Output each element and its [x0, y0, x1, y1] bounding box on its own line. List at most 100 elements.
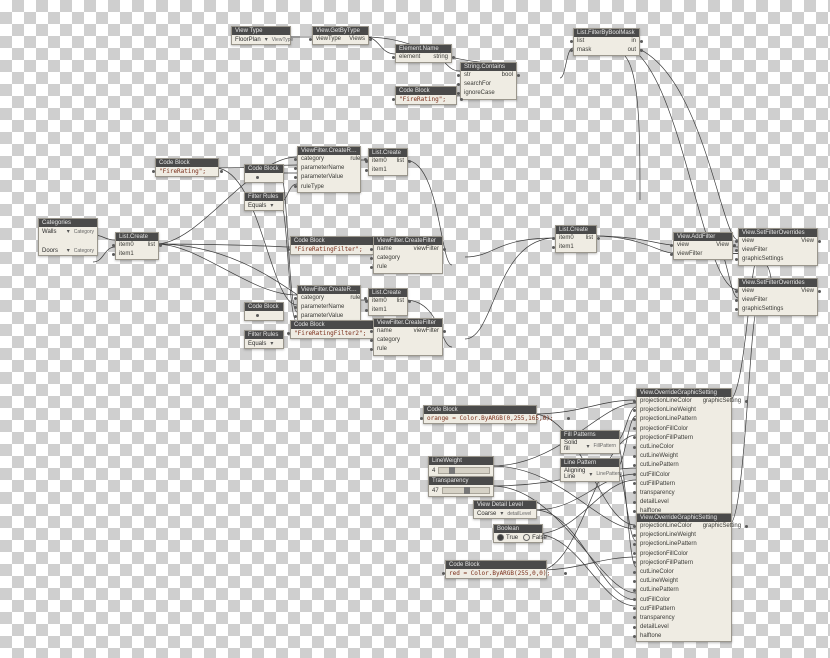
- node-list-create-1[interactable]: List.Create item0 item1 list: [368, 148, 408, 176]
- input-port[interactable]: cutLinePattern: [637, 586, 700, 595]
- input-port[interactable]: ignoreCase: [461, 89, 499, 98]
- input-port[interactable]: parameterValue: [298, 173, 347, 182]
- dropdown-value[interactable]: Equals: [248, 203, 266, 209]
- node-element-name[interactable]: Element.Name element string: [395, 44, 452, 63]
- input-port[interactable]: mask: [574, 46, 625, 55]
- input-port[interactable]: ruleType: [298, 183, 347, 192]
- node-view-detail-level[interactable]: View Detail Level Coarse▾detailLevel: [473, 500, 537, 519]
- input-port[interactable]: name: [374, 327, 411, 336]
- node-viewfilter-createfilter-2[interactable]: ViewFilter.CreateFilter name category ru…: [373, 318, 443, 356]
- input-port[interactable]: graphicSettings: [739, 255, 798, 264]
- input-port[interactable]: projectionLineWeight: [637, 531, 700, 540]
- output-port[interactable]: View: [798, 237, 817, 246]
- code-text[interactable]: red = Color.ByARGB(255,0,0);: [446, 569, 553, 578]
- node-boolean[interactable]: Boolean True False: [493, 524, 543, 543]
- node-view-overridegraphicsetting-1[interactable]: View.OverrideGraphicSetting projectionLi…: [636, 388, 732, 517]
- output-port[interactable]: viewFilter: [411, 327, 442, 336]
- input-port[interactable]: viewType: [313, 35, 346, 44]
- node-line-pattern[interactable]: Line Pattern Aligning Line▾LinePattern: [560, 458, 620, 482]
- input-port[interactable]: halftone: [637, 632, 700, 641]
- output-port[interactable]: [553, 569, 563, 578]
- slider-track[interactable]: [442, 487, 490, 494]
- code-text[interactable]: "FireRating";: [156, 167, 209, 176]
- input-port[interactable]: cutFillPattern: [637, 605, 700, 614]
- output-port[interactable]: [556, 414, 566, 423]
- slider-thumb[interactable]: [464, 487, 470, 494]
- node-view-setfilteroverrides-2[interactable]: View.SetFilterOverrides view viewFilter …: [738, 278, 818, 316]
- output-port[interactable]: View: [798, 287, 817, 296]
- output-port[interactable]: list: [583, 234, 596, 243]
- output-port[interactable]: bool: [499, 71, 516, 80]
- dropdown-value[interactable]: Walls: [42, 229, 63, 235]
- input-port[interactable]: list: [574, 37, 625, 46]
- input-port[interactable]: cutLineColor: [637, 443, 700, 452]
- radio-false[interactable]: False: [523, 534, 547, 541]
- dropdown-value[interactable]: Solid fill: [564, 440, 582, 452]
- input-port[interactable]: category: [374, 254, 411, 263]
- input-port[interactable]: detailLevel: [637, 498, 700, 507]
- input-port[interactable]: transparency: [637, 614, 700, 623]
- input-port[interactable]: transparency: [637, 489, 700, 498]
- input-port[interactable]: cutLineWeight: [637, 577, 700, 586]
- input-port[interactable]: rule: [374, 263, 411, 272]
- slider-track[interactable]: [438, 467, 490, 474]
- input-port[interactable]: item0: [369, 297, 394, 306]
- output-port[interactable]: viewFilter: [411, 245, 442, 254]
- input-port[interactable]: item0: [556, 234, 583, 243]
- code-text[interactable]: "FireRatingFilter2";: [291, 329, 369, 338]
- input-port[interactable]: viewFilter: [739, 296, 798, 305]
- input-port[interactable]: viewFilter: [674, 250, 713, 259]
- input-port[interactable]: cutFillPattern: [637, 480, 700, 489]
- input-port[interactable]: detailLevel: [637, 623, 700, 632]
- input-port[interactable]: projectionLineColor: [637, 522, 700, 531]
- output-port[interactable]: list: [394, 157, 407, 166]
- output-port[interactable]: [449, 95, 459, 104]
- output-port[interactable]: [209, 167, 219, 176]
- output-port[interactable]: [245, 173, 255, 182]
- node-lineweight[interactable]: LineWeight 4: [428, 456, 494, 477]
- node-view-addfilter[interactable]: View.AddFilter view viewFilter View: [673, 232, 733, 260]
- node-list-create-2[interactable]: List.Create item0 item1 list: [368, 288, 408, 316]
- input-port[interactable]: graphicSettings: [739, 305, 798, 314]
- input-port[interactable]: element: [396, 53, 430, 62]
- input-port[interactable]: item1: [369, 306, 394, 315]
- input-port[interactable]: item1: [116, 250, 145, 259]
- input-port[interactable]: parameterName: [298, 303, 347, 312]
- input-port[interactable]: projectionFillColor: [637, 425, 700, 434]
- input-port[interactable]: parameterName: [298, 164, 347, 173]
- input-port[interactable]: projectionFillColor: [637, 550, 700, 559]
- dropdown-value[interactable]: FloorPlan: [235, 37, 261, 43]
- input-port[interactable]: cutLineWeight: [637, 452, 700, 461]
- input-port[interactable]: projectionFillPattern: [637, 559, 700, 568]
- node-code-block-red[interactable]: Code Block red = Color.ByARGB(255,0,0);: [445, 560, 547, 579]
- output-port[interactable]: graphicSetting: [700, 397, 744, 406]
- input-port[interactable]: projectionFillPattern: [637, 434, 700, 443]
- input-port[interactable]: category: [298, 155, 347, 164]
- node-filter-rules-1[interactable]: Filter Rules Equals▾: [244, 192, 284, 211]
- dropdown-value[interactable]: Coarse: [477, 511, 496, 517]
- input-port[interactable]: projectionLineColor: [637, 397, 700, 406]
- input-port[interactable]: view: [674, 241, 713, 250]
- node-code-block-val1[interactable]: Code Block: [244, 164, 284, 183]
- node-code-block-filtername1[interactable]: Code Block "FireRatingFilter";: [290, 236, 374, 255]
- input-port[interactable]: projectionLinePattern: [637, 540, 700, 549]
- input-port[interactable]: searchFor: [461, 80, 499, 89]
- node-view-getbytype[interactable]: View.GetByType viewType Views: [312, 26, 369, 45]
- output-port[interactable]: [245, 311, 255, 320]
- input-port[interactable]: item0: [116, 241, 145, 250]
- code-text[interactable]: "FireRating";: [396, 95, 449, 104]
- input-port[interactable]: item0: [369, 157, 394, 166]
- node-list-filterbyboolmask[interactable]: List.FilterByBoolMask list mask in out: [573, 28, 640, 56]
- radio-true[interactable]: True: [497, 534, 518, 541]
- input-port[interactable]: projectionLineWeight: [637, 406, 700, 415]
- node-viewfilter-createrule-1[interactable]: ViewFilter.CreateRule category parameter…: [297, 146, 361, 193]
- node-transparency[interactable]: Transparency 47: [428, 476, 494, 497]
- input-port[interactable]: name: [374, 245, 411, 254]
- dropdown-value[interactable]: Equals: [248, 341, 266, 347]
- node-filter-rules-2[interactable]: Filter Rules Equals▾: [244, 330, 284, 349]
- node-list-create-cat[interactable]: List.Create item0 item1 list: [115, 232, 159, 260]
- node-viewfilter-createfilter-1[interactable]: ViewFilter.CreateFilter name category ru…: [373, 236, 443, 274]
- node-code-block-filtername2[interactable]: Code Block "FireRatingFilter2";: [290, 320, 374, 339]
- output-port[interactable]: graphicSetting: [700, 522, 744, 531]
- input-port[interactable]: cutLineColor: [637, 568, 700, 577]
